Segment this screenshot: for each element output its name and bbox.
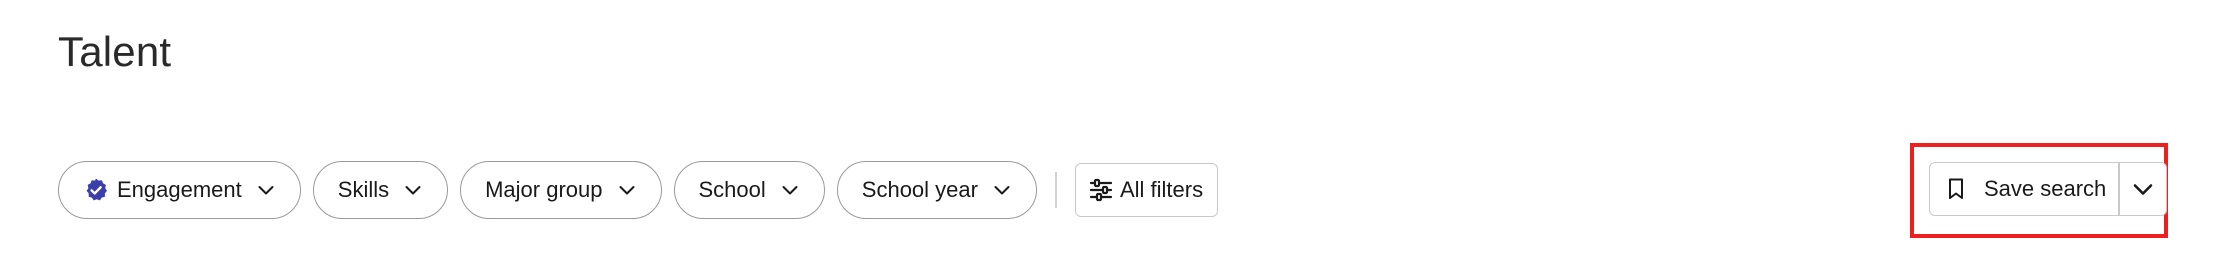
chevron-down-icon — [2131, 177, 2155, 201]
filter-label: School year — [861, 177, 978, 202]
filter-school[interactable]: School — [673, 161, 825, 219]
filter-divider — [1054, 172, 1057, 208]
page: Talent Engagement Skills Major group Sch… — [0, 0, 2224, 260]
save-search-group: Save search — [1929, 162, 2167, 216]
filter-bar: Engagement Skills Major group School Sch — [58, 161, 1219, 219]
page-title: Talent — [58, 28, 172, 75]
filter-label: Major group — [485, 177, 603, 202]
bookmark-icon — [1946, 177, 1966, 201]
chevron-down-icon — [403, 180, 423, 200]
chevron-down-icon — [256, 180, 276, 200]
chevron-down-icon — [617, 180, 637, 200]
chevron-down-icon — [992, 180, 1012, 200]
all-filters-button[interactable]: All filters — [1074, 163, 1219, 217]
filter-label: School — [698, 177, 766, 202]
all-filters-label: All filters — [1119, 177, 1204, 202]
verified-badge-icon — [83, 177, 109, 203]
filter-skills[interactable]: Skills — [312, 161, 449, 219]
save-search-button[interactable]: Save search — [1930, 163, 2118, 215]
filter-label: Skills — [337, 177, 390, 202]
filter-major-group[interactable]: Major group — [460, 161, 662, 219]
filter-engagement[interactable]: Engagement — [58, 161, 301, 219]
filter-school-year[interactable]: School year — [836, 161, 1037, 219]
chevron-down-icon — [780, 180, 800, 200]
filter-label: Engagement — [117, 177, 242, 202]
save-search-label: Save search — [1984, 176, 2107, 201]
save-search-menu-button[interactable] — [2120, 163, 2166, 215]
sliders-icon — [1088, 177, 1114, 203]
